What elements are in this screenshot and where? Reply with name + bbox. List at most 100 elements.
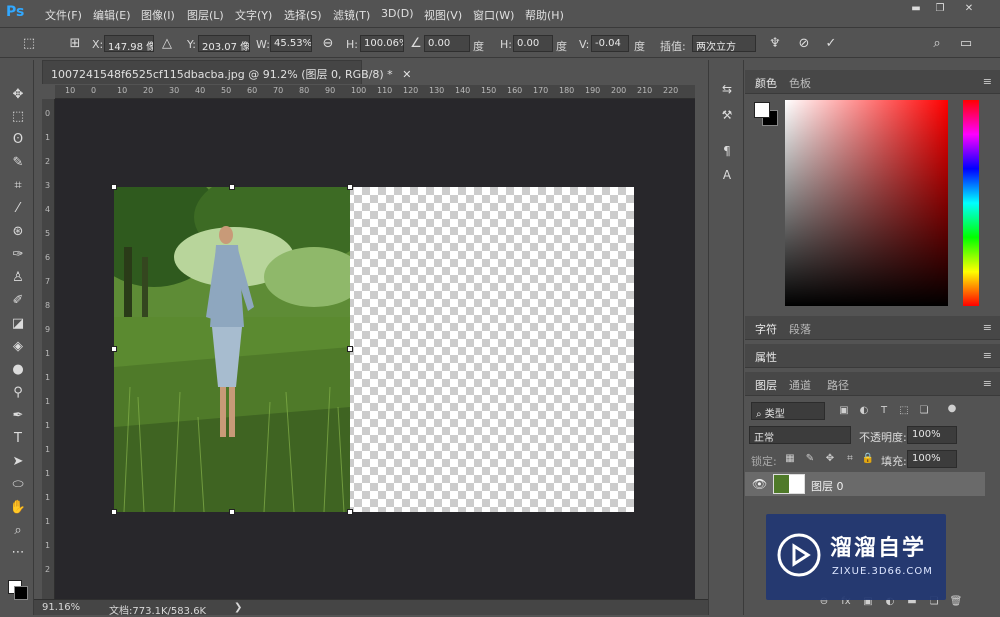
lock-pixels-icon[interactable]: ✎: [803, 452, 817, 466]
tab-channels[interactable]: 通道: [789, 377, 811, 393]
restore-button[interactable]: ❐: [929, 3, 951, 17]
lock-position-icon[interactable]: ✥: [823, 452, 837, 466]
filter-shape-icon[interactable]: ⬚: [897, 404, 911, 418]
brush-tool-icon[interactable]: ✑: [8, 246, 28, 264]
blur-tool-icon[interactable]: ●: [8, 361, 28, 379]
transform-handle-top[interactable]: [229, 184, 235, 190]
props-panel-menu-icon[interactable]: ≡: [983, 349, 992, 362]
zoom-level[interactable]: 91.16%: [42, 602, 80, 613]
pen-tool-icon[interactable]: ✒: [8, 407, 28, 425]
tab-color[interactable]: 颜色: [755, 75, 777, 91]
menu-image[interactable]: 图像(I): [141, 7, 175, 23]
menu-file[interactable]: 文件(F): [45, 7, 82, 23]
filter-toggle-icon[interactable]: ●: [945, 402, 959, 416]
zoom-tool-icon[interactable]: ⌕: [8, 522, 28, 540]
lasso-tool-icon[interactable]: ʘ: [8, 131, 28, 149]
lock-all-icon[interactable]: 🔒: [861, 452, 875, 466]
link-aspect-icon[interactable]: ⊖: [319, 35, 337, 53]
history-brush-icon[interactable]: ✐: [8, 292, 28, 310]
eyedropper-tool-icon[interactable]: ⁄: [8, 200, 28, 218]
hand-tool-icon[interactable]: ✋: [8, 499, 28, 517]
fill-field[interactable]: 100%: [907, 450, 957, 468]
delete-layer-icon[interactable]: 🗑: [949, 595, 963, 609]
warp-mode-icon[interactable]: ♆: [766, 35, 784, 53]
marquee-tool-icon[interactable]: ⬚: [8, 108, 28, 126]
filter-type-icon[interactable]: T: [877, 404, 891, 418]
color-panel-menu-icon[interactable]: ≡: [983, 75, 992, 88]
layer-filter-select[interactable]: ⌕ 类型: [751, 402, 825, 420]
reference-point-icon[interactable]: ⊞: [66, 35, 84, 53]
menu-help[interactable]: 帮助(H): [525, 7, 564, 23]
clone-stamp-icon[interactable]: ♙: [8, 269, 28, 287]
menu-window[interactable]: 窗口(W): [473, 7, 514, 23]
lock-transparent-icon[interactable]: ▦: [783, 452, 797, 466]
lock-artboard-icon[interactable]: ⌗: [843, 452, 857, 466]
layer-photo[interactable]: [114, 187, 350, 512]
eraser-tool-icon[interactable]: ◪: [8, 315, 28, 333]
healing-brush-icon[interactable]: ⊛: [8, 223, 28, 241]
interpolation-select[interactable]: 两次立方: [692, 35, 756, 52]
tab-close-icon[interactable]: ✕: [402, 68, 411, 81]
visibility-eye-icon[interactable]: 👁: [752, 477, 767, 491]
angle-field[interactable]: 0.00: [424, 35, 470, 52]
layers-panel-menu-icon[interactable]: ≡: [983, 377, 992, 390]
relative-position-icon[interactable]: △: [158, 35, 176, 53]
tab-swatches[interactable]: 色板: [789, 75, 811, 91]
minimize-button[interactable]: ▬: [905, 3, 927, 17]
workspace-icon[interactable]: ▭: [957, 35, 975, 53]
paragraph-style-icon[interactable]: ¶: [718, 142, 736, 160]
menu-view[interactable]: 视图(V): [424, 7, 462, 23]
color-field[interactable]: [785, 100, 948, 306]
menu-filter[interactable]: 滤镜(T): [333, 7, 370, 23]
canvas-area[interactable]: [55, 99, 695, 599]
opacity-field[interactable]: 100%: [907, 426, 957, 444]
filter-pixel-icon[interactable]: ▣: [837, 404, 851, 418]
tab-character[interactable]: 字符: [755, 321, 777, 337]
close-window-button[interactable]: ✕: [958, 3, 980, 17]
x-field[interactable]: 147.98 像素: [104, 35, 154, 52]
menu-edit[interactable]: 编辑(E): [93, 7, 131, 23]
transform-tool-icon[interactable]: ⬚: [20, 35, 38, 53]
character-style-icon[interactable]: A: [718, 166, 736, 184]
transform-handle-tl[interactable]: [111, 184, 117, 190]
transform-handle-bottom[interactable]: [229, 509, 235, 515]
menu-3d[interactable]: 3D(D): [381, 7, 414, 20]
transform-handle-left[interactable]: [111, 346, 117, 352]
transform-handle-br[interactable]: [347, 509, 353, 515]
fg-color-chip[interactable]: [754, 102, 770, 118]
layer-row[interactable]: 👁 图层 0: [745, 472, 985, 496]
transform-handle-tr[interactable]: [347, 184, 353, 190]
filter-adjust-icon[interactable]: ◐: [857, 404, 871, 418]
type-tool-icon[interactable]: T: [8, 430, 28, 448]
move-tool-icon[interactable]: ✥: [8, 86, 28, 104]
quick-select-tool-icon[interactable]: ✎: [8, 154, 28, 172]
menu-select[interactable]: 选择(S): [284, 7, 322, 23]
cancel-transform-icon[interactable]: ⊘: [795, 35, 813, 53]
more-tools-icon[interactable]: ⋯: [8, 544, 28, 562]
commit-transform-icon[interactable]: ✓: [822, 35, 840, 53]
status-menu-arrow[interactable]: ❯: [234, 602, 242, 613]
tab-properties[interactable]: 属性: [755, 349, 777, 365]
tool-presets-icon[interactable]: ⚒: [718, 106, 736, 124]
transform-handle-bl[interactable]: [111, 509, 117, 515]
y-field[interactable]: 203.07 像素: [198, 35, 250, 52]
char-panel-menu-icon[interactable]: ≡: [983, 321, 992, 334]
transform-handle-right[interactable]: [347, 346, 353, 352]
layer-name[interactable]: 图层 0: [811, 478, 844, 494]
hskew-field[interactable]: 0.00: [513, 35, 553, 52]
ellipse-tool-icon[interactable]: ⬭: [8, 476, 28, 494]
path-select-icon[interactable]: ➤: [8, 453, 28, 471]
hue-slider[interactable]: [963, 100, 979, 306]
tab-layers[interactable]: 图层: [755, 377, 777, 393]
filter-smart-icon[interactable]: ❏: [917, 404, 931, 418]
document-canvas[interactable]: [111, 184, 634, 515]
dodge-tool-icon[interactable]: ⚲: [8, 384, 28, 402]
history-panel-icon[interactable]: ⇆: [718, 80, 736, 98]
crop-tool-icon[interactable]: ⌗: [8, 177, 28, 195]
height-field[interactable]: 100.06%: [360, 35, 404, 52]
vskew-field[interactable]: -0.04: [591, 35, 629, 52]
width-field[interactable]: 45.53%: [270, 35, 312, 52]
background-color-swatch[interactable]: [14, 586, 28, 600]
paint-bucket-icon[interactable]: ◈: [8, 338, 28, 356]
menu-layer[interactable]: 图层(L): [187, 7, 224, 23]
